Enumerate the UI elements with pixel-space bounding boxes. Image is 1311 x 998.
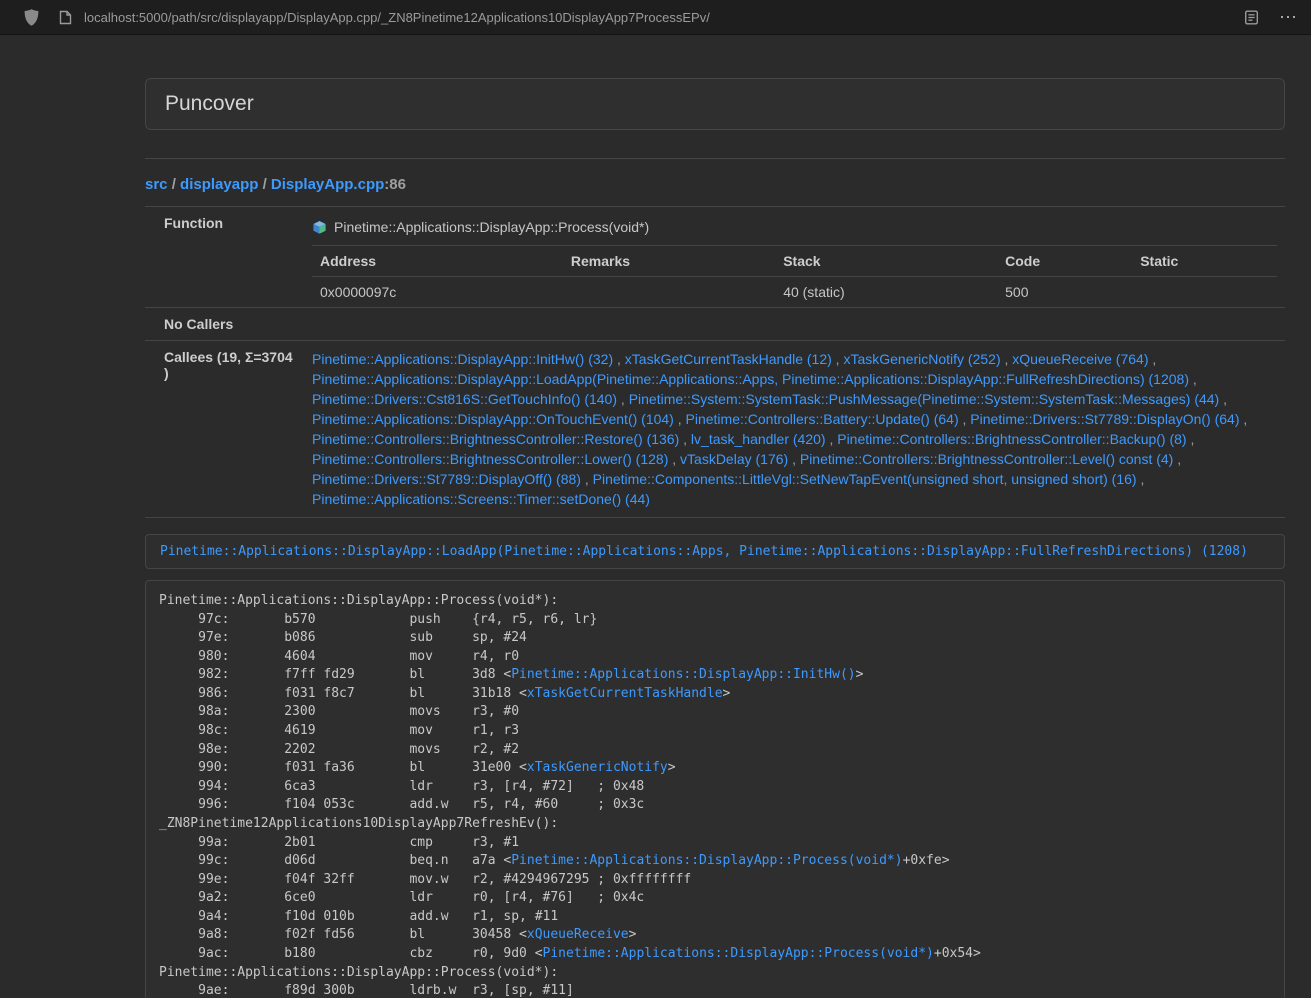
code-symbol-link[interactable]: xTaskGetCurrentTaskHandle: [527, 686, 723, 701]
shield-icon[interactable]: [23, 8, 40, 27]
callees-list: Pinetime::Applications::DisplayApp::Init…: [304, 341, 1285, 518]
callee-separator: ,: [668, 451, 680, 467]
callee-separator: ,: [617, 391, 629, 407]
callee-separator: ,: [1173, 451, 1181, 467]
url-path: :5000/path/src/displayapp/DisplayApp.cpp…: [135, 10, 710, 25]
breadcrumb-link[interactable]: DisplayApp.cpp: [271, 176, 384, 193]
callee-link[interactable]: Pinetime::Controllers::Battery::Update()…: [686, 411, 959, 427]
stats-value: 0x0000097c: [312, 277, 563, 308]
disassembly-panel: Pinetime::Applications::DisplayApp::Proc…: [145, 580, 1285, 998]
stats-header-remarks: Remarks: [563, 246, 775, 277]
function-table: Function Pinetime::Applications::Display…: [145, 206, 1285, 518]
callee-link[interactable]: Pinetime::Controllers::BrightnessControl…: [312, 431, 679, 447]
url-host: localhost: [84, 10, 135, 25]
callee-separator: ,: [1187, 431, 1195, 447]
main-content: Puncover src / displayapp / DisplayApp.c…: [145, 78, 1285, 998]
no-callers-label: No Callers: [145, 308, 304, 341]
function-row-label: Function: [145, 207, 304, 308]
stats-value: 500: [997, 277, 1132, 308]
overflow-menu-icon[interactable]: ⋯: [1279, 8, 1297, 26]
callee-link[interactable]: Pinetime::Applications::DisplayApp::OnTo…: [312, 411, 674, 427]
highlight-panel: Pinetime::Applications::DisplayApp::Load…: [145, 534, 1285, 569]
callee-separator: ,: [1219, 391, 1227, 407]
callee-link[interactable]: vTaskDelay (176): [680, 451, 788, 467]
callee-link[interactable]: Pinetime::Controllers::BrightnessControl…: [312, 451, 668, 467]
page-icon[interactable]: [59, 10, 72, 25]
callee-separator: ,: [613, 351, 625, 367]
callee-link[interactable]: Pinetime::Controllers::BrightnessControl…: [837, 431, 1186, 447]
callee-link[interactable]: xTaskGenericNotify (252): [843, 351, 1000, 367]
breadcrumb-link[interactable]: src: [145, 176, 168, 193]
table-row-no-callers: No Callers: [145, 308, 1285, 341]
callee-separator: ,: [832, 351, 844, 367]
callee-link[interactable]: xQueueReceive (764): [1012, 351, 1148, 367]
callee-link[interactable]: Pinetime::Drivers::St7789::DisplayOff() …: [312, 471, 581, 487]
code-symbol-link[interactable]: xTaskGenericNotify: [527, 760, 668, 775]
page-title: Puncover: [165, 92, 1265, 116]
callee-link[interactable]: Pinetime::Applications::Screens::Timer::…: [312, 491, 650, 507]
breadcrumb-separator: /: [258, 176, 271, 193]
callee-separator: ,: [581, 471, 593, 487]
breadcrumb: src / displayapp / DisplayApp.cpp:86: [145, 176, 1285, 193]
callee-separator: ,: [1148, 351, 1156, 367]
callee-link[interactable]: lv_task_handler (420): [691, 431, 826, 447]
stats-table: AddressRemarksStackCodeStatic 0x0000097c…: [312, 245, 1277, 307]
browser-topbar: localhost:5000/path/src/displayapp/Displ…: [0, 0, 1311, 35]
stats-header-code: Code: [997, 246, 1132, 277]
stats-header-static: Static: [1132, 246, 1277, 277]
callee-link[interactable]: Pinetime::Applications::DisplayApp::Init…: [312, 351, 613, 367]
callee-separator: ,: [679, 431, 691, 447]
callee-link[interactable]: Pinetime::System::SystemTask::PushMessag…: [629, 391, 1220, 407]
address-bar[interactable]: localhost:5000/path/src/displayapp/Displ…: [84, 10, 1244, 25]
code-symbol-link[interactable]: Pinetime::Applications::DisplayApp::Init…: [511, 667, 855, 682]
callee-link[interactable]: Pinetime::Components::LittleVgl::SetNewT…: [593, 471, 1137, 487]
callee-separator: ,: [959, 411, 971, 427]
breadcrumb-separator: /: [168, 176, 181, 193]
stats-header-address: Address: [312, 246, 563, 277]
callee-separator: ,: [1189, 371, 1197, 387]
no-callers-value: [304, 308, 1285, 341]
code-symbol-link[interactable]: Pinetime::Applications::DisplayApp::Proc…: [543, 946, 934, 961]
table-row-function: Function Pinetime::Applications::Display…: [145, 207, 1285, 308]
callee-link[interactable]: Pinetime::Applications::DisplayApp::Load…: [312, 371, 1189, 387]
callee-separator: ,: [788, 451, 800, 467]
code-symbol-link[interactable]: Pinetime::Applications::DisplayApp::Proc…: [511, 853, 902, 868]
code-symbol-link[interactable]: xQueueReceive: [527, 927, 629, 942]
callee-separator: ,: [826, 431, 838, 447]
callee-separator: ,: [1137, 471, 1145, 487]
breadcrumb-line-number: :86: [384, 176, 406, 193]
callee-link[interactable]: Pinetime::Drivers::St7789::DisplayOn() (…: [970, 411, 1239, 427]
function-name: Pinetime::Applications::DisplayApp::Proc…: [334, 219, 649, 235]
stats-value-row: 0x0000097c 40 (static)500: [312, 277, 1277, 308]
function-name-line: Pinetime::Applications::DisplayApp::Proc…: [312, 215, 1277, 239]
highlight-symbol-link[interactable]: Pinetime::Applications::DisplayApp::Load…: [160, 544, 1248, 559]
divider: [145, 158, 1285, 159]
callee-link[interactable]: Pinetime::Controllers::BrightnessControl…: [800, 451, 1173, 467]
stats-header-stack: Stack: [775, 246, 997, 277]
table-row-callees: Callees (19, Σ=3704 ) Pinetime::Applicat…: [145, 341, 1285, 518]
method-icon: [312, 220, 327, 235]
stats-value: 40 (static): [775, 277, 997, 308]
stats-header-row: AddressRemarksStackCodeStatic: [312, 246, 1277, 277]
breadcrumb-link[interactable]: displayapp: [180, 176, 258, 193]
callee-separator: ,: [1001, 351, 1013, 367]
callee-link[interactable]: Pinetime::Drivers::Cst816S::GetTouchInfo…: [312, 391, 617, 407]
reader-view-icon[interactable]: [1244, 10, 1259, 25]
stats-value: [1132, 277, 1277, 308]
callees-label: Callees (19, Σ=3704 ): [145, 341, 304, 518]
stats-value: [563, 277, 775, 308]
callee-link[interactable]: xTaskGetCurrentTaskHandle (12): [625, 351, 832, 367]
callee-separator: ,: [674, 411, 686, 427]
disassembly-listing: Pinetime::Applications::DisplayApp::Proc…: [159, 592, 1271, 998]
app-header-panel: Puncover: [145, 78, 1285, 130]
callee-separator: ,: [1240, 411, 1248, 427]
